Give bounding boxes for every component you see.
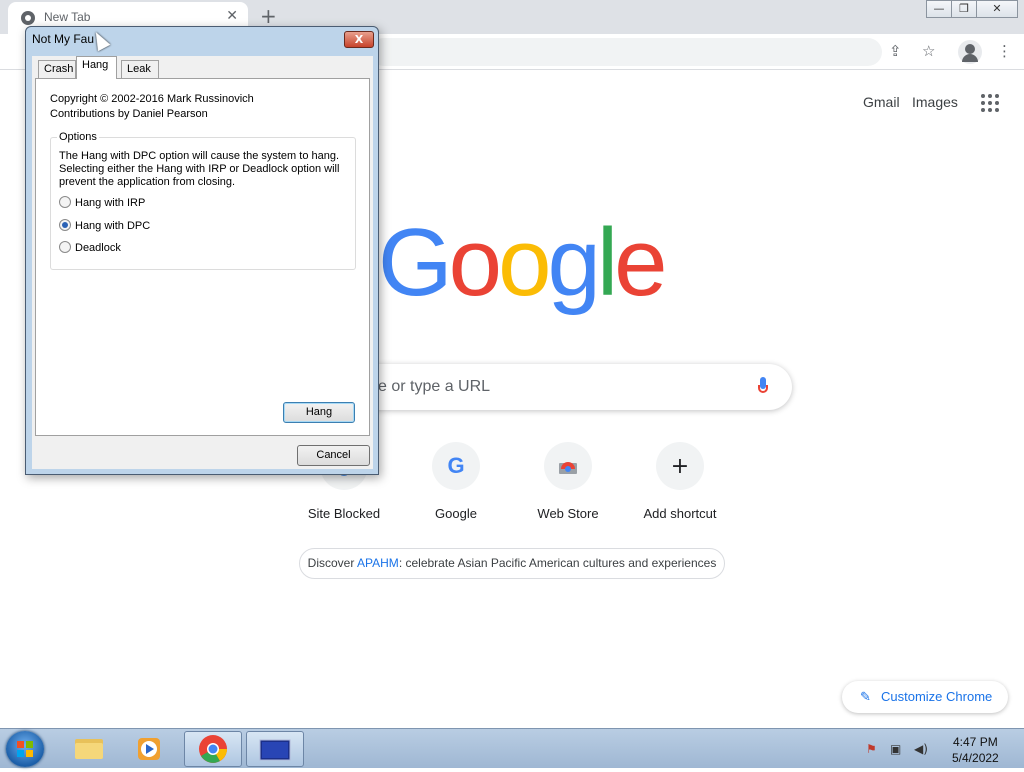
system-clock[interactable]: 4:47 PM 5/4/2022 bbox=[952, 734, 999, 766]
shortcut-label: Google bbox=[435, 506, 477, 521]
google-g-icon: G bbox=[432, 442, 480, 490]
media-player-icon bbox=[138, 738, 160, 760]
logo-letter: g bbox=[547, 209, 600, 316]
start-button[interactable] bbox=[6, 731, 44, 767]
new-tab-button[interactable]: + bbox=[260, 4, 277, 28]
network-icon[interactable]: ▣ bbox=[890, 742, 901, 756]
customize-label: Customize Chrome bbox=[881, 689, 993, 704]
chrome-menu-icon[interactable]: ⋮ bbox=[997, 42, 1012, 60]
search-placeholder: e or type a URL bbox=[378, 378, 491, 395]
volume-icon[interactable]: ◀) bbox=[914, 742, 928, 756]
shortcut-label: Add shortcut bbox=[643, 506, 717, 521]
explorer-taskbar-button[interactable] bbox=[60, 731, 118, 767]
images-link[interactable]: Images bbox=[912, 94, 958, 110]
shortcut-web-store[interactable]: Web Store bbox=[512, 442, 624, 521]
logo-letter: l bbox=[596, 209, 618, 316]
shortcut-label: Web Store bbox=[537, 506, 599, 521]
window-close-button[interactable]: ✕ bbox=[976, 0, 1018, 18]
media-player-taskbar-button[interactable] bbox=[122, 731, 180, 767]
add-icon: + bbox=[656, 442, 704, 490]
options-description: The Hang with DPC option will cause the … bbox=[59, 150, 340, 188]
chrome-icon bbox=[199, 735, 227, 763]
promo-prefix: Discover bbox=[307, 556, 358, 570]
share-icon[interactable]: ⇪ bbox=[889, 42, 902, 60]
options-group: Options The Hang with DPC option will ca… bbox=[50, 131, 356, 270]
promo-link[interactable]: APAHM bbox=[357, 556, 399, 570]
shortcut-add[interactable]: + Add shortcut bbox=[624, 442, 736, 521]
logo-letter: o bbox=[498, 209, 551, 316]
radio-label: Hang with DPC bbox=[75, 220, 151, 232]
clock-time: 4:47 PM bbox=[953, 735, 998, 749]
tab-crash[interactable]: Crash bbox=[38, 60, 76, 79]
action-center-flag-icon[interactable]: ⚑ bbox=[866, 742, 877, 756]
tab-leak[interactable]: Leak bbox=[121, 60, 159, 79]
radio-button[interactable] bbox=[59, 196, 71, 208]
bookmark-star-icon[interactable]: ☆ bbox=[922, 42, 935, 60]
logo-letter: G bbox=[378, 209, 453, 316]
tab-close-icon[interactable]: ✕ bbox=[226, 8, 238, 24]
chrome-favicon-icon bbox=[21, 11, 35, 25]
taskbar: ⚑ ▣ ◀) 4:47 PM 5/4/2022 bbox=[0, 728, 1024, 768]
shortcut-label: Site Blocked bbox=[307, 506, 381, 521]
customize-chrome-button[interactable]: ✎ Customize Chrome bbox=[842, 681, 1008, 713]
notmyfault-app-icon bbox=[259, 739, 291, 761]
radio-hang-dpc[interactable]: Hang with DPC bbox=[59, 219, 150, 232]
radio-deadlock[interactable]: Deadlock bbox=[59, 241, 121, 254]
copyright-text: Copyright © 2002-2016 Mark Russinovich bbox=[50, 93, 254, 105]
radio-label: Hang with IRP bbox=[75, 197, 146, 209]
radio-label: Deadlock bbox=[75, 242, 121, 254]
tab-title: New Tab bbox=[44, 10, 91, 24]
google-apps-icon[interactable] bbox=[981, 94, 999, 112]
radio-hang-irp[interactable]: Hang with IRP bbox=[59, 196, 145, 209]
about-text: Copyright © 2002-2016 Mark Russinovich C… bbox=[50, 92, 254, 122]
radio-button-selected[interactable] bbox=[59, 219, 71, 231]
microphone-icon[interactable] bbox=[758, 377, 768, 397]
folder-icon bbox=[75, 739, 103, 759]
web-store-icon bbox=[544, 442, 592, 490]
hang-button[interactable]: Hang bbox=[283, 402, 355, 423]
pencil-icon: ✎ bbox=[860, 689, 871, 704]
notmyfault-taskbar-button[interactable] bbox=[246, 731, 304, 767]
dialog-title: Not My Fau bbox=[32, 32, 95, 46]
tab-hang[interactable]: Hang bbox=[76, 56, 117, 79]
search-box[interactable]: e or type a URL bbox=[330, 364, 792, 410]
hang-tab-panel: Copyright © 2002-2016 Mark Russinovich C… bbox=[35, 78, 370, 436]
notmyfault-dialog: Not My Fau X Crash Hang Leak Copyright ©… bbox=[25, 26, 379, 475]
shortcut-google[interactable]: G Google bbox=[400, 442, 512, 521]
dialog-client: Crash Hang Leak Copyright © 2002-2016 Ma… bbox=[32, 56, 373, 469]
restore-button[interactable]: ❐ bbox=[951, 0, 977, 18]
options-label: Options bbox=[57, 131, 99, 143]
radio-button[interactable] bbox=[59, 241, 71, 253]
windows-logo-icon bbox=[17, 741, 33, 757]
dialog-close-button[interactable]: X bbox=[344, 31, 374, 48]
minimize-button[interactable]: — bbox=[926, 0, 952, 18]
cancel-button[interactable]: Cancel bbox=[297, 445, 370, 466]
logo-letter: o bbox=[448, 209, 502, 316]
profile-avatar-icon[interactable] bbox=[958, 40, 982, 64]
address-bar[interactable] bbox=[370, 38, 882, 66]
logo-letter: e bbox=[614, 209, 667, 316]
promo-suffix: : celebrate Asian Pacific American cultu… bbox=[398, 556, 717, 570]
google-logo: Google bbox=[378, 215, 668, 311]
gmail-link[interactable]: Gmail bbox=[863, 94, 900, 110]
chrome-taskbar-button[interactable] bbox=[184, 731, 242, 767]
promo-banner[interactable]: Discover APAHM: celebrate Asian Pacific … bbox=[299, 548, 725, 579]
clock-date: 5/4/2022 bbox=[952, 751, 999, 765]
contributions-text: Contributions by Daniel Pearson bbox=[50, 108, 208, 120]
